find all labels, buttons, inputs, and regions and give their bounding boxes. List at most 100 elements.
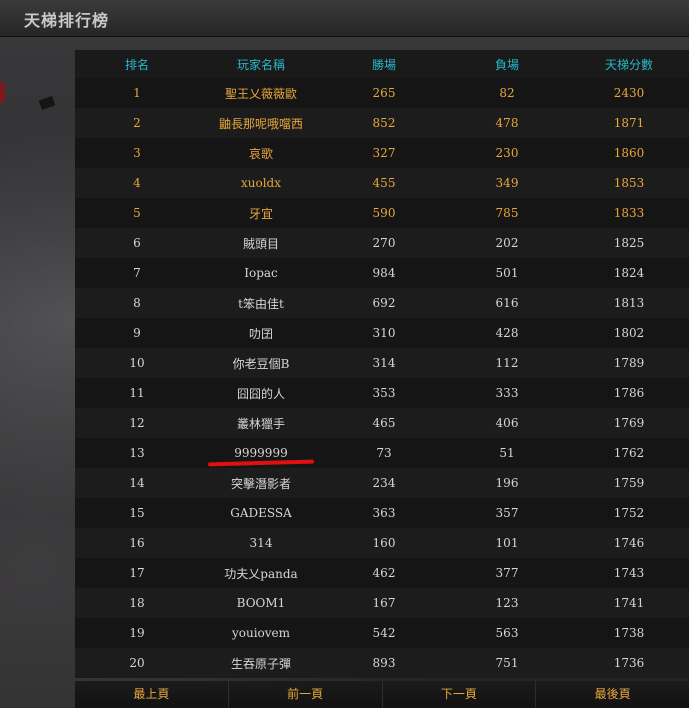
table-row: 20 生吞原子彈 893 751 1736: [75, 648, 689, 678]
column-header-losses: 負場: [494, 57, 519, 72]
table-row: 19 youiovem 542 563 1738: [75, 618, 689, 648]
score-cell: 1762: [613, 446, 645, 460]
player-name-cell[interactable]: 哀歌: [199, 145, 323, 162]
wins-cell: 234: [372, 476, 396, 490]
player-name-cell[interactable]: t笨由佳t: [199, 295, 323, 312]
player-name-cell[interactable]: 叻囝: [199, 325, 323, 342]
player-name-cell[interactable]: 聖王乂薇薇歐: [199, 85, 323, 102]
wins-cell: 542: [372, 626, 396, 640]
score-cell: 1736: [613, 656, 645, 670]
player-name-cell[interactable]: 叢林獵手: [199, 415, 323, 432]
table-row: 7 Iopac 984 501 1824: [75, 258, 689, 288]
wins-cell: 852: [372, 116, 396, 130]
wins-cell: 455: [372, 176, 396, 190]
player-name-cell[interactable]: xuoldx: [199, 176, 323, 190]
rank-cell: 9: [133, 326, 141, 340]
rank-cell: 16: [129, 536, 145, 550]
rank-cell: 3: [133, 146, 141, 160]
losses-cell: 563: [495, 626, 519, 640]
rank-cell: 5: [133, 206, 141, 220]
prev-page-button[interactable]: 前一頁: [228, 681, 383, 708]
page-title: 天梯排行榜: [24, 11, 110, 30]
losses-cell: 112: [495, 356, 519, 370]
rank-cell: 7: [133, 266, 141, 280]
column-header-wins: 勝場: [371, 57, 396, 72]
player-name-cell[interactable]: 你老豆個B: [199, 355, 323, 372]
score-cell: 1824: [613, 266, 645, 280]
losses-cell: 123: [495, 596, 519, 610]
table-row: 17 功夫乂panda 462 377 1743: [75, 558, 689, 588]
wins-cell: 327: [372, 146, 396, 160]
score-cell: 1743: [613, 566, 645, 580]
score-cell: 1769: [613, 416, 645, 430]
table-row: 10 你老豆個B 314 112 1789: [75, 348, 689, 378]
table-row: 12 叢林獵手 465 406 1769: [75, 408, 689, 438]
player-name-cell[interactable]: 賊頭目: [199, 235, 323, 252]
table-row: 13 9999999 73 51 1762: [75, 438, 689, 468]
rank-cell: 11: [129, 386, 145, 400]
table-row: 9 叻囝 310 428 1802: [75, 318, 689, 348]
table-row: 3 哀歌 327 230 1860: [75, 138, 689, 168]
score-cell: 1759: [613, 476, 645, 490]
losses-cell: 478: [495, 116, 519, 130]
pagination: 最上頁 前一頁 下一頁 最後頁: [75, 681, 689, 708]
table-row: 5 牙宜 590 785 1833: [75, 198, 689, 228]
player-name-cell[interactable]: 314: [199, 536, 323, 550]
rank-cell: 15: [129, 506, 145, 520]
player-name-cell[interactable]: 牙宜: [199, 205, 323, 222]
rank-cell: 20: [129, 656, 145, 670]
player-name-cell[interactable]: BOOM1: [199, 596, 323, 610]
score-cell: 1813: [613, 296, 645, 310]
table-row: 16 314 160 101 1746: [75, 528, 689, 558]
score-cell: 1786: [613, 386, 645, 400]
score-cell: 1746: [613, 536, 645, 550]
player-name-cell[interactable]: 9999999: [199, 446, 323, 460]
losses-cell: 196: [495, 476, 519, 490]
wins-cell: 310: [372, 326, 396, 340]
losses-cell: 82: [499, 86, 515, 100]
ladder-table: 排名 玩家名稱 勝場 負場 天梯分數 1 聖王乂薇薇歐 265 82 2430 2 鼬長那呢…: [75, 50, 689, 678]
first-page-button[interactable]: 最上頁: [75, 681, 229, 708]
player-name-cell[interactable]: 功夫乂panda: [199, 565, 323, 582]
score-cell: 1860: [613, 146, 645, 160]
score-cell: 1871: [613, 116, 645, 130]
losses-cell: 616: [495, 296, 519, 310]
table-row: 14 突擊潛影者 234 196 1759: [75, 468, 689, 498]
rank-cell: 6: [133, 236, 141, 250]
page-header: 天梯排行榜: [0, 0, 689, 37]
player-name-cell[interactable]: youiovem: [199, 626, 323, 640]
player-name-cell[interactable]: GADESSA: [199, 506, 323, 520]
score-cell: 1738: [613, 626, 645, 640]
wins-cell: 462: [372, 566, 396, 580]
losses-cell: 349: [495, 176, 519, 190]
score-cell: 1789: [613, 356, 645, 370]
losses-cell: 377: [495, 566, 519, 580]
losses-cell: 751: [495, 656, 519, 670]
next-page-button[interactable]: 下一頁: [382, 681, 537, 708]
wins-cell: 160: [372, 536, 396, 550]
losses-cell: 202: [495, 236, 519, 250]
last-page-button[interactable]: 最後頁: [536, 681, 689, 708]
player-name-cell[interactable]: 生吞原子彈: [199, 655, 323, 672]
rank-cell: 19: [129, 626, 145, 640]
wins-cell: 270: [372, 236, 396, 250]
score-cell: 1741: [613, 596, 645, 610]
score-cell: 1752: [613, 506, 645, 520]
table-row: 4 xuoldx 455 349 1853: [75, 168, 689, 198]
player-name-cell[interactable]: 囧囧的人: [199, 385, 323, 402]
table-header-row: 排名 玩家名稱 勝場 負場 天梯分數: [75, 50, 689, 78]
rank-cell: 4: [133, 176, 141, 190]
score-cell: 1802: [613, 326, 645, 340]
losses-cell: 230: [495, 146, 519, 160]
player-name-cell[interactable]: Iopac: [199, 266, 323, 280]
player-name-cell[interactable]: 鼬長那呢哦噹西: [199, 115, 323, 132]
table-row: 2 鼬長那呢哦噹西 852 478 1871: [75, 108, 689, 138]
player-name-cell[interactable]: 突擊潛影者: [199, 475, 323, 492]
wins-cell: 692: [372, 296, 396, 310]
losses-cell: 51: [499, 446, 515, 460]
wins-cell: 465: [372, 416, 396, 430]
rank-cell: 1: [133, 86, 141, 100]
table-row: 18 BOOM1 167 123 1741: [75, 588, 689, 618]
column-header-player: 玩家名稱: [236, 57, 285, 72]
losses-cell: 101: [495, 536, 519, 550]
